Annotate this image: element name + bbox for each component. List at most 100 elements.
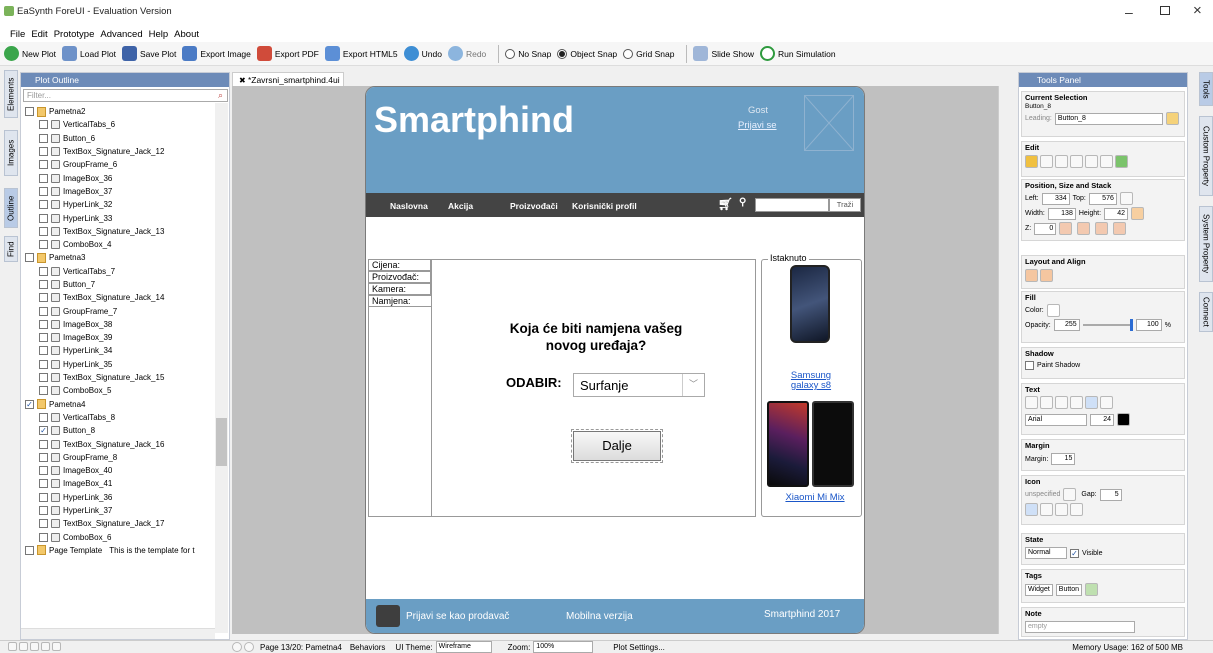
outline-element-row[interactable]: ComboBox_4 bbox=[25, 238, 217, 251]
undo-button[interactable]: Undo bbox=[403, 46, 442, 61]
tab-tools[interactable]: Tools bbox=[1199, 72, 1213, 106]
load-plot-button[interactable]: Load Plot bbox=[62, 46, 116, 61]
redo-button[interactable]: Redo bbox=[447, 46, 486, 61]
align-right-icon[interactable] bbox=[1100, 396, 1113, 409]
icon-left-icon[interactable] bbox=[1025, 503, 1038, 516]
outline-checkbox[interactable] bbox=[39, 293, 48, 303]
filter-input[interactable]: Filter... bbox=[23, 89, 228, 102]
outline-page-row[interactable]: Page Template This is the template for t bbox=[25, 544, 217, 557]
add-tag-icon[interactable] bbox=[1085, 583, 1099, 596]
outline-checkbox[interactable] bbox=[39, 319, 48, 329]
tab-proizvodac[interactable]: Proizvođač: bbox=[368, 271, 431, 283]
export-image-button[interactable]: Export Image bbox=[182, 46, 251, 61]
outline-checkbox[interactable]: ✓ bbox=[25, 399, 34, 409]
tab-custom-property[interactable]: Custom Property bbox=[1199, 116, 1213, 196]
mockup-search-button[interactable]: Traži bbox=[829, 198, 861, 212]
color-icon[interactable] bbox=[1115, 155, 1128, 168]
paint-shadow-checkbox[interactable] bbox=[1025, 361, 1034, 370]
menu-about[interactable]: About bbox=[174, 29, 199, 40]
outline-element-row[interactable]: ImageBox_36 bbox=[25, 171, 217, 184]
outline-element-row[interactable]: VerticalTabs_8 bbox=[25, 411, 217, 424]
tag-button[interactable]: Button bbox=[1055, 583, 1083, 596]
samsung-link[interactable]: Samsung galaxy s8 bbox=[780, 371, 842, 391]
outline-checkbox[interactable] bbox=[25, 107, 34, 117]
plot-settings-button[interactable]: Plot Settings... bbox=[613, 643, 665, 652]
outline-scrollbar[interactable] bbox=[215, 103, 228, 633]
outline-checkbox[interactable]: ✓ bbox=[39, 426, 48, 436]
maximize-icon[interactable] bbox=[1160, 6, 1170, 15]
paste-icon[interactable] bbox=[1070, 155, 1083, 168]
outline-page-row[interactable]: ✓ Pametna4 bbox=[25, 398, 217, 411]
next-page-icon[interactable] bbox=[244, 642, 254, 652]
pick-icon[interactable] bbox=[1166, 112, 1179, 125]
lock-icon[interactable] bbox=[1119, 192, 1133, 205]
nav-naslovna[interactable]: Naslovna bbox=[390, 201, 428, 211]
outline-element-row[interactable]: GroupFrame_7 bbox=[25, 304, 217, 317]
outline-element-row[interactable]: TextBox_Signature_Jack_17 bbox=[25, 517, 217, 530]
resize-icon[interactable] bbox=[1131, 207, 1145, 220]
height-input[interactable]: 42 bbox=[1104, 207, 1129, 220]
bring-front-icon[interactable] bbox=[1059, 222, 1073, 235]
search-icon[interactable]: ⚲ bbox=[739, 197, 746, 208]
outline-element-row[interactable]: TextBox_Signature_Jack_12 bbox=[25, 145, 217, 158]
outline-checkbox[interactable] bbox=[39, 346, 48, 356]
outline-element-row[interactable]: GroupFrame_8 bbox=[25, 451, 217, 464]
slide-show-button[interactable]: Slide Show bbox=[693, 46, 754, 61]
margin-input[interactable]: 15 bbox=[1051, 453, 1076, 465]
tab-cijena[interactable]: Cijena: bbox=[368, 259, 431, 271]
outline-checkbox[interactable] bbox=[39, 173, 48, 183]
menu-advanced[interactable]: Advanced bbox=[100, 29, 142, 40]
outline-element-row[interactable]: ImageBox_39 bbox=[25, 331, 217, 344]
outline-page-row[interactable]: Pametna2 bbox=[25, 105, 217, 118]
outline-checkbox[interactable] bbox=[39, 240, 48, 250]
opacity-percent-input[interactable]: 100 bbox=[1135, 319, 1162, 331]
menu-prototype[interactable]: Prototype bbox=[54, 29, 95, 40]
state-select[interactable]: Normal bbox=[1025, 547, 1067, 559]
outline-checkbox[interactable] bbox=[39, 333, 48, 343]
outline-element-row[interactable]: GroupFrame_6 bbox=[25, 158, 217, 171]
text-color-swatch[interactable] bbox=[1117, 413, 1130, 426]
delete-icon[interactable] bbox=[1085, 155, 1098, 168]
outline-element-row[interactable]: ImageBox_40 bbox=[25, 464, 217, 477]
run-simulation-button[interactable]: Run Simulation bbox=[759, 46, 836, 61]
outline-checkbox[interactable] bbox=[39, 439, 48, 449]
leading-input[interactable]: Button_8 bbox=[1054, 112, 1164, 125]
export-html5-button[interactable]: Export HTML5 bbox=[324, 46, 398, 61]
outline-checkbox[interactable] bbox=[39, 466, 48, 476]
icon-right-icon[interactable] bbox=[1040, 503, 1053, 516]
close-icon[interactable]: × bbox=[1193, 2, 1202, 19]
icon-top-icon[interactable] bbox=[1055, 503, 1068, 516]
mockup-search-input[interactable] bbox=[755, 198, 829, 212]
scrollbar-thumb[interactable] bbox=[216, 418, 227, 466]
search-icon[interactable]: ⌕ bbox=[218, 90, 223, 101]
cut-icon[interactable] bbox=[1040, 155, 1053, 168]
save-plot-button[interactable]: Save Plot bbox=[121, 46, 176, 61]
note-input[interactable]: empty bbox=[1025, 621, 1135, 633]
export-pdf-button[interactable]: Export PDF bbox=[256, 46, 319, 61]
nav-proizvodaci[interactable]: Proizvođači bbox=[510, 201, 558, 211]
font-select[interactable]: Arial bbox=[1025, 413, 1087, 426]
icon-bottom-icon[interactable] bbox=[1070, 503, 1083, 516]
outline-element-row[interactable]: HyperLink_35 bbox=[25, 358, 217, 371]
outline-element-row[interactable]: HyperLink_36 bbox=[25, 491, 217, 504]
grid-snap-radio[interactable]: Grid Snap bbox=[623, 48, 674, 59]
outline-checkbox[interactable] bbox=[39, 412, 48, 422]
outline-checkbox[interactable] bbox=[39, 186, 48, 196]
outline-element-row[interactable]: Button_6 bbox=[25, 132, 217, 145]
outline-checkbox[interactable] bbox=[39, 532, 48, 542]
outline-element-row[interactable]: ImageBox_38 bbox=[25, 318, 217, 331]
outline-checkbox[interactable] bbox=[39, 519, 48, 529]
outline-checkbox[interactable] bbox=[39, 492, 48, 502]
outline-checkbox[interactable] bbox=[25, 545, 34, 555]
outline-element-row[interactable]: TextBox_Signature_Jack_15 bbox=[25, 371, 217, 384]
nav-korisnicki-profil[interactable]: Korisnički profil bbox=[572, 201, 637, 211]
zoom-select[interactable]: 100% bbox=[533, 641, 594, 653]
outline-checkbox[interactable] bbox=[39, 506, 48, 516]
outline-checkbox[interactable] bbox=[39, 306, 48, 316]
outline-tool-icon[interactable] bbox=[41, 641, 50, 651]
outline-element-row[interactable]: TextBox_Signature_Jack_13 bbox=[25, 225, 217, 238]
login-link[interactable]: Prijavi se bbox=[738, 120, 777, 131]
menu-help[interactable]: Help bbox=[149, 29, 169, 40]
outline-page-row[interactable]: Pametna3 bbox=[25, 251, 217, 264]
bring-forward-icon[interactable] bbox=[1077, 222, 1091, 235]
